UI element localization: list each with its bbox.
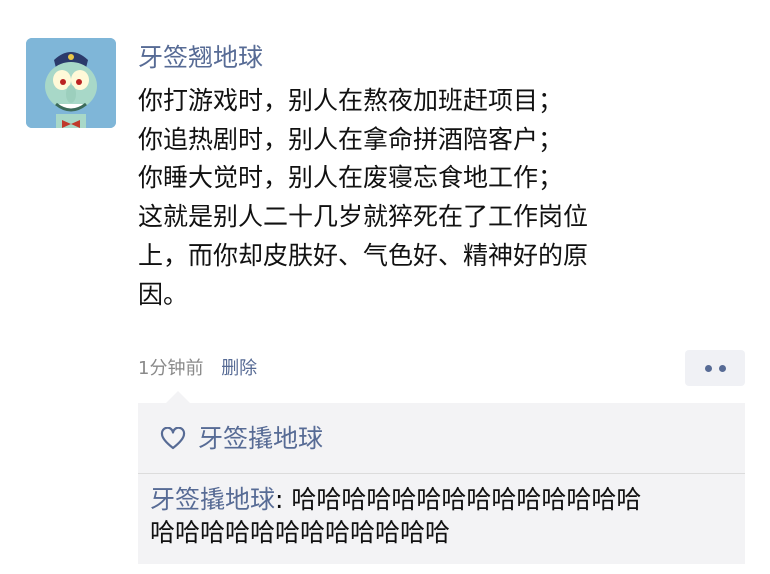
comment-item[interactable]: 牙签撬地球: 哈哈哈哈哈哈哈哈哈哈哈哈哈哈 哈哈哈哈哈哈哈哈哈哈哈哈 <box>150 483 740 549</box>
post-line: 上，而你却皮肤好、气色好、精神好的原 <box>138 240 589 270</box>
comment-line: 哈哈哈哈哈哈哈哈哈哈哈哈 <box>150 518 451 547</box>
more-dot-icon <box>718 364 726 372</box>
post-timestamp: 1分钟前 <box>138 358 204 379</box>
post-content: 你打游戏时，别人在熬夜加班赶项目； 你追热剧时，别人在拿命拼酒陪客户； 你睡大觉… <box>138 82 708 314</box>
comment-line: 牙签撬地球: 哈哈哈哈哈哈哈哈哈哈哈哈哈哈 <box>150 483 740 516</box>
heart-icon <box>160 427 186 450</box>
more-dot-icon <box>704 364 712 372</box>
post-meta: 1分钟前 删除 <box>138 356 257 382</box>
avatar[interactable] <box>26 38 116 128</box>
comment-separator: : <box>275 485 292 514</box>
likes-row: 牙签撬地球 <box>160 421 323 457</box>
comment-author[interactable]: 牙签撬地球 <box>150 485 275 514</box>
post-line: 你打游戏时，别人在熬夜加班赶项目； <box>138 86 564 115</box>
like-user-name[interactable]: 牙签撬地球 <box>198 421 323 457</box>
delete-button[interactable]: 删除 <box>221 358 257 379</box>
interaction-panel: 牙签撬地球 牙签撬地球: 哈哈哈哈哈哈哈哈哈哈哈哈哈哈 哈哈哈哈哈哈哈哈哈哈哈哈 <box>138 391 745 564</box>
post-author-name[interactable]: 牙签翘地球 <box>138 40 263 76</box>
post-line: 因。 <box>138 279 189 309</box>
post-line: 你睡大觉时，别人在废寝忘食地工作； <box>138 163 564 193</box>
post-line: 你追热剧时，别人在拿命拼酒陪客户； <box>138 124 564 154</box>
comment-text: 哈哈哈哈哈哈哈哈哈哈哈哈哈哈 <box>291 485 642 514</box>
squidward-avatar-image <box>26 38 116 128</box>
panel-divider <box>138 473 745 474</box>
post-line: 这就是别人二十几岁就猝死在了工作岗位 <box>138 202 589 232</box>
more-options-button[interactable] <box>685 350 745 386</box>
